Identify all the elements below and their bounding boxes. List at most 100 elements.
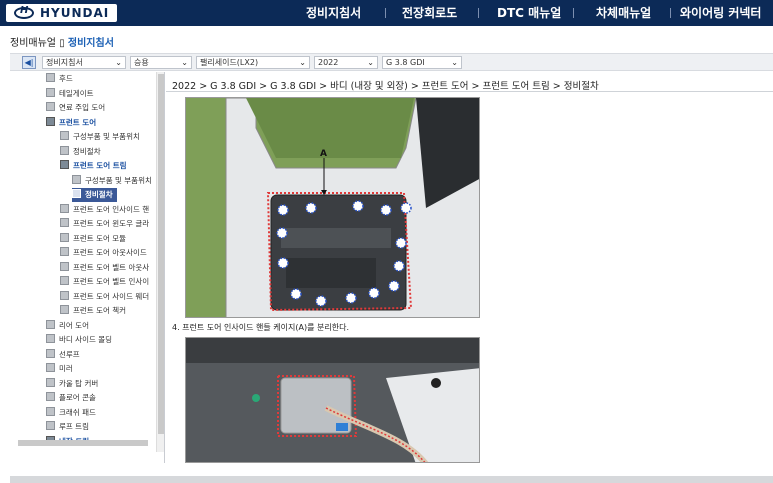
document-icon xyxy=(60,261,69,271)
scrollbar-thumb[interactable] xyxy=(158,74,164,434)
document-icon xyxy=(46,87,55,97)
tree-item-label: 프런트 도어 아웃사이드 xyxy=(73,248,147,257)
tree-item-label: 프런트 도어 모듈 xyxy=(73,233,127,243)
tree-vertical-scrollbar[interactable] xyxy=(156,72,164,452)
collapse-sidebar-button[interactable]: ◀| xyxy=(22,56,36,69)
document-icon xyxy=(60,232,69,242)
tree-item[interactable]: 프런트 도어 사이드 웨더 xyxy=(60,290,149,304)
tree-item-label: 연료 주입 도어 xyxy=(59,103,106,112)
select-vehicle-category[interactable]: 승용 ⌄ xyxy=(130,56,192,69)
tree-item[interactable]: 연료 주입 도어 xyxy=(46,101,105,115)
nav-separator xyxy=(573,8,574,18)
tree-item-label: 프런트 도어 xyxy=(59,117,97,127)
nav-separator xyxy=(670,8,671,18)
tree-item-label: 프런트 도어 첵커 xyxy=(73,306,127,315)
breadcrumb-separator: ▯ xyxy=(59,38,65,49)
tree-item[interactable]: 바디 사이드 몰딩 xyxy=(46,333,112,347)
open-book-icon xyxy=(46,116,55,126)
tree-item-label: 정비절차 xyxy=(73,146,101,156)
document-icon xyxy=(60,276,69,285)
document-icon xyxy=(60,218,69,227)
nav-service-manual[interactable]: 정비지침서 xyxy=(306,0,361,26)
page-footer-bar xyxy=(10,476,773,483)
brand-name: HYUNDAI xyxy=(40,6,110,20)
tree-item[interactable]: 프런트 도어 윈도우 글라 xyxy=(60,217,149,231)
select-value: 승용 xyxy=(134,58,149,67)
select-value: 정비지침서 xyxy=(46,58,83,67)
select-model[interactable]: 팰리세이드(LX2) ⌄ xyxy=(196,56,310,69)
door-trim-figure: A xyxy=(185,97,480,318)
select-value: G 3.8 GDI xyxy=(386,58,425,67)
document-icon xyxy=(60,145,69,155)
tree-item-label: 플로어 콘솔 xyxy=(59,393,96,402)
tree-item[interactable]: 프런트 도어 아웃사이드 xyxy=(60,246,147,260)
chevron-down-icon: ⌄ xyxy=(181,58,188,67)
tree-item[interactable]: 프런트 도어 인사이드 핸 xyxy=(60,203,149,217)
tree-item-label: 프런트 도어 윈도우 글라 xyxy=(73,219,150,228)
filter-bar: ◀| 정비지침서 ⌄ 승용 ⌄ 팰리세이드(LX2) ⌄ 2022 ⌄ G 3.8 GD… xyxy=(10,53,773,71)
document-icon xyxy=(46,334,55,343)
tree-item[interactable]: 프런트 도어 벨트 인사이 xyxy=(60,275,149,289)
tree-item[interactable]: 선루프 xyxy=(46,348,80,362)
select-manual-type[interactable]: 정비지침서 ⌄ xyxy=(42,56,126,69)
tree-item-label: 정비절차 xyxy=(85,190,113,199)
tree-item[interactable]: 프런트 도어 xyxy=(46,116,96,130)
select-value: 2022 xyxy=(318,58,339,67)
breadcrumb-root[interactable]: 정비매뉴얼 xyxy=(10,38,56,49)
tree-item[interactable]: 프런트 도어 모듈 xyxy=(60,232,126,246)
document-icon xyxy=(60,290,69,300)
tree-item[interactable]: 루프 트림 xyxy=(46,420,89,434)
document-icon xyxy=(46,363,55,372)
tree-horizontal-scrollbar[interactable] xyxy=(18,440,148,446)
document-icon xyxy=(60,305,69,314)
tree-item[interactable]: 미러 xyxy=(46,362,73,376)
chevron-down-icon: ⌄ xyxy=(115,58,122,67)
tree-item[interactable]: 정비절차 xyxy=(72,188,117,202)
nav-wiring-connector[interactable]: 와이어링 커넥터 xyxy=(680,0,761,26)
tree-item[interactable]: 플로어 콘솔 xyxy=(46,391,96,405)
tree-item-label: 바디 사이드 몰딩 xyxy=(59,335,113,344)
document-icon xyxy=(60,131,69,140)
tree-item[interactable]: 테일게이트 xyxy=(46,87,94,101)
tree-item-label: 미러 xyxy=(59,364,73,373)
select-engine[interactable]: G 3.8 GDI ⌄ xyxy=(382,56,462,69)
tree-item[interactable]: 리어 도어 xyxy=(46,319,89,333)
nav-wiring-diagram[interactable]: 전장회로도 xyxy=(402,0,457,26)
hyundai-logo[interactable]: HYUNDAI xyxy=(6,4,118,22)
tree-item[interactable]: 구성부품 및 부품위치 xyxy=(72,174,152,188)
tree-item-label: 프런트 도어 트림 xyxy=(73,161,127,170)
content-breadcrumb: 2022 > G 3.8 GDI > G 3.8 GDI > 바디 (내장 및 … xyxy=(172,81,599,92)
tree-item-label: 루프 트림 xyxy=(59,422,89,431)
hyundai-emblem-icon xyxy=(14,5,34,19)
tree-item-label: 리어 도어 xyxy=(59,320,89,330)
nav-body-manual[interactable]: 차체매뉴얼 xyxy=(596,0,651,26)
select-year[interactable]: 2022 ⌄ xyxy=(314,56,378,69)
chevron-down-icon: ⌄ xyxy=(367,58,374,67)
tree-item-label: 프런트 도어 인사이드 핸 xyxy=(73,204,150,214)
tree-item[interactable]: 크래쉬 패드 xyxy=(46,406,96,420)
tree-item-label: 크래쉬 패드 xyxy=(59,407,96,417)
tree-item-label: 구성부품 및 부품위치 xyxy=(73,132,140,141)
figure-callout-a: A xyxy=(320,149,327,159)
tree-item[interactable]: 후드 xyxy=(46,72,73,86)
tree-item[interactable]: 프런트 도어 벨트 아웃사 xyxy=(60,261,149,275)
tree-item[interactable]: 정비절차 xyxy=(60,145,101,159)
document-icon xyxy=(46,406,55,416)
tree-item[interactable]: 프런트 도어 첵커 xyxy=(60,304,126,318)
nav-separator xyxy=(478,8,479,18)
document-icon xyxy=(46,348,55,358)
tree-item-label: 구성부품 및 부품위치 xyxy=(85,175,152,185)
tree-item[interactable]: 프런트 도어 트림 xyxy=(60,159,127,173)
select-value: 팰리세이드(LX2) xyxy=(200,58,259,67)
chevron-down-icon: ⌄ xyxy=(299,58,306,67)
document-icon xyxy=(46,73,55,82)
document-icon xyxy=(46,421,55,430)
tree-item-label: 테일게이트 xyxy=(59,88,94,98)
nav-separator xyxy=(385,8,386,18)
nav-dtc-manual[interactable]: DTC 매뉴얼 xyxy=(497,0,561,26)
document-icon xyxy=(72,189,81,198)
tree-item[interactable]: 카울 탑 커버 xyxy=(46,377,98,391)
handle-cage-illustration xyxy=(186,338,479,462)
procedure-step-4: 4. 프런트 도어 인사이드 핸들 케이지(A)를 분리한다. xyxy=(172,323,349,332)
tree-item[interactable]: 구성부품 및 부품위치 xyxy=(60,130,140,144)
